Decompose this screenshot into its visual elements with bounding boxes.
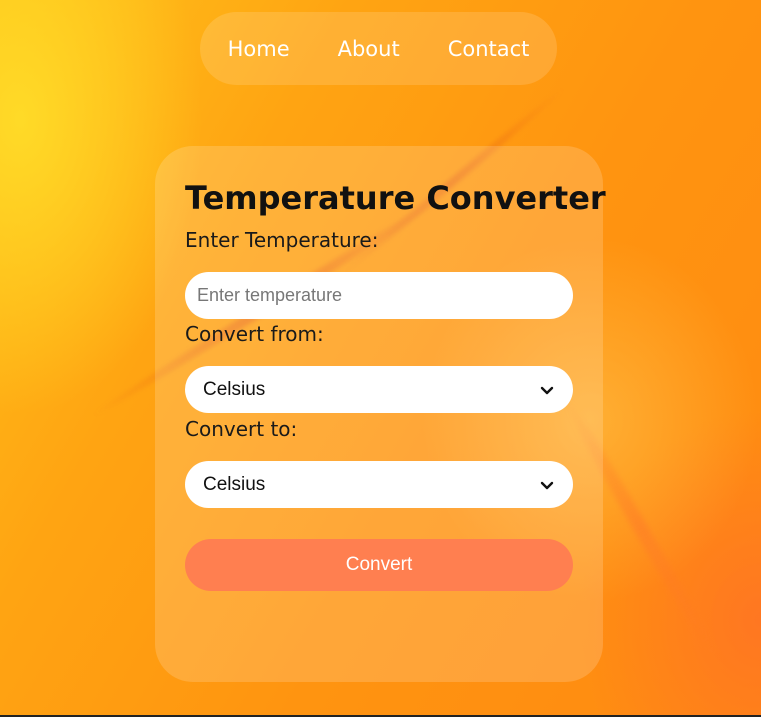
nav-link-contact[interactable]: Contact [448,37,530,61]
chevron-down-icon [539,382,555,398]
convert-from-select[interactable]: Celsius [185,366,573,413]
convert-to-label: Convert to: [185,417,298,441]
temperature-input[interactable] [185,272,573,319]
convert-button[interactable]: Convert [185,539,573,591]
chevron-down-icon [539,477,555,493]
temperature-label: Enter Temperature: [185,228,379,252]
convert-from-label: Convert from: [185,322,324,346]
nav-link-about[interactable]: About [338,37,400,61]
converter-card: Temperature Converter Enter Temperature:… [155,146,606,682]
top-nav: Home About Contact [200,12,557,85]
nav-link-home[interactable]: Home [228,37,290,61]
convert-to-select[interactable]: Celsius [185,461,573,508]
convert-from-selected-value: Celsius [203,378,266,400]
convert-to-selected-value: Celsius [203,473,266,495]
page-title: Temperature Converter [185,179,606,217]
